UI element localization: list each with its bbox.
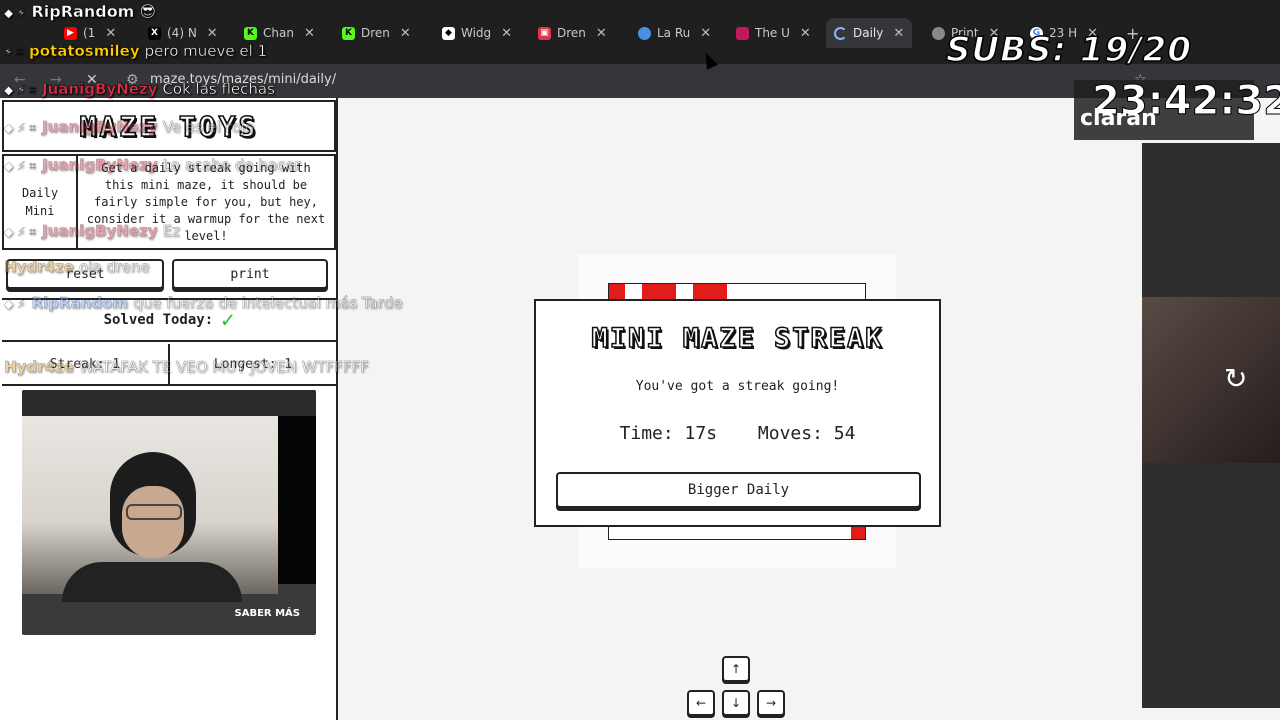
badge-icons: ◆ ⚡ ⌗ xyxy=(4,83,37,97)
arrow-down-key[interactable]: ↓ xyxy=(722,690,750,716)
badge-icons: ◆ ⚡ ⌗ xyxy=(4,159,37,173)
tab-drene[interactable]: ▣ Dren ✕ xyxy=(538,22,607,44)
streak-modal: MINI MAZE STREAK You've got a streak goi… xyxy=(534,299,941,527)
emote-icon: 😎 xyxy=(139,2,157,21)
close-icon[interactable]: ✕ xyxy=(304,26,315,41)
chat-message: ◆ ⚡ ⌗ JuanigByNezy Cok las flechas xyxy=(4,80,275,98)
arrow-left-key[interactable]: ← xyxy=(687,690,715,716)
subs-counter: SUBS: 19/20 xyxy=(945,29,1192,71)
chat-message: ⚡ ⌗ potatosmiley pero mueve el 1 xyxy=(4,42,268,60)
kick-icon: K xyxy=(342,26,355,40)
app-icon: ▣ xyxy=(538,26,551,40)
screen: ▶ (1 ✕ X (4) N ✕ K Chan ✕ K Dren ✕ ◆ Widg ✕ ▣ Dren ✕… xyxy=(0,0,1280,720)
modal-title: MINI MAZE STREAK xyxy=(591,322,884,355)
print-button[interactable]: print xyxy=(172,259,328,289)
tab-the-u[interactable]: The U ✕ xyxy=(736,22,811,44)
app-icon xyxy=(736,26,749,40)
path-cell xyxy=(642,284,676,300)
close-icon[interactable]: ✕ xyxy=(700,26,711,41)
modal-stats: Time: 17s Moves: 54 xyxy=(536,423,939,444)
webcam-bar xyxy=(278,416,316,584)
youtube-icon: ▶ xyxy=(64,26,77,40)
bigger-daily-button[interactable]: Bigger Daily xyxy=(556,472,921,508)
close-icon[interactable]: ✕ xyxy=(596,26,607,41)
globe-icon xyxy=(638,26,651,40)
badge-icons: ⚡ ⌗ xyxy=(4,45,23,59)
loading-icon xyxy=(834,26,847,40)
player-marker xyxy=(851,525,865,539)
kick-icon: K xyxy=(244,26,257,40)
close-icon[interactable]: ✕ xyxy=(207,26,218,41)
path-cell xyxy=(609,284,625,300)
ad-image xyxy=(1142,297,1280,463)
tab-la-ru[interactable]: La Ru ✕ xyxy=(638,22,711,44)
time-value: Time: 17s xyxy=(619,423,718,444)
chat-message: ◆ ⚡ RipRandom que fuerza de intelectual má… xyxy=(4,294,403,312)
chat-message: Hydr4ze ola drene xyxy=(4,258,150,276)
chat-message: Hydr4ze WATAFAK TE VEO MUY JOVEN WTFFFFF xyxy=(4,358,369,376)
badge-icons: ◆ ⚡ ⌗ xyxy=(4,225,37,239)
tab-kick-channel[interactable]: K Chan ✕ xyxy=(244,22,315,44)
arrow-up-key[interactable]: ↑ xyxy=(722,656,750,682)
person-body xyxy=(62,562,242,602)
close-icon[interactable]: ✕ xyxy=(501,26,512,41)
tab-x[interactable]: X (4) N ✕ xyxy=(148,22,218,44)
close-icon[interactable]: ✕ xyxy=(400,26,411,41)
moves-value: Moves: 54 xyxy=(757,423,856,444)
glasses-icon xyxy=(126,504,182,520)
chat-message: ◆ ⚡ ⌗ JuanigByNezy Ve es el rojo xyxy=(4,118,254,136)
streamer-name-overlay: ◆ ⚡ RipRandom 😎 xyxy=(4,2,157,21)
path-cell xyxy=(693,284,727,300)
saber-mas-link[interactable]: SABER MÁS xyxy=(235,608,300,619)
close-icon[interactable]: ✕ xyxy=(893,26,904,41)
badge-icons: ◆ ⚡ xyxy=(4,6,26,20)
person-face xyxy=(122,486,184,558)
tab-widget[interactable]: ◆ Widg ✕ xyxy=(442,22,512,44)
reload-icon[interactable]: ↻ xyxy=(1224,362,1247,395)
modal-subtitle: You've got a streak going! xyxy=(635,379,840,394)
chat-message: ◆ ⚡ ⌗ JuanigByNezy Ez xyxy=(4,222,180,240)
tab-youtube[interactable]: ▶ (1 ✕ xyxy=(64,22,116,44)
webcam-overlay: SABER MÁS xyxy=(22,390,316,635)
close-icon[interactable]: ✕ xyxy=(800,26,811,41)
arrow-right-key[interactable]: → xyxy=(757,690,785,716)
widget-icon: ◆ xyxy=(442,26,455,40)
webcam-header xyxy=(22,390,316,416)
x-icon: X xyxy=(148,26,161,40)
badge-icons: ◆ ⚡ xyxy=(4,297,26,311)
webcam-scene xyxy=(22,416,278,602)
clock-subtext: claran xyxy=(1080,106,1157,131)
globe-icon xyxy=(932,26,945,40)
badge-icons: ◆ ⚡ ⌗ xyxy=(4,121,37,135)
chat-message: ◆ ⚡ ⌗ JuanigByNezy Lo acabo de hacer xyxy=(4,156,301,174)
tab-daily-active[interactable]: Daily ✕ xyxy=(826,18,913,48)
close-icon[interactable]: ✕ xyxy=(105,26,116,41)
tab-kick-drene[interactable]: K Dren ✕ xyxy=(342,22,411,44)
